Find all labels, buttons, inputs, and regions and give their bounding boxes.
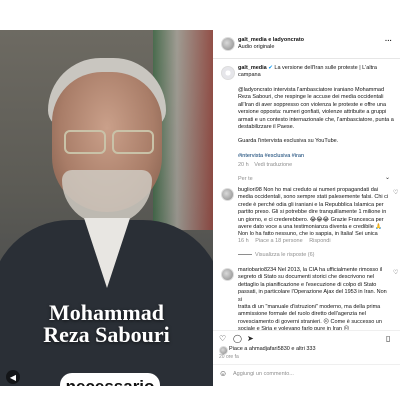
caption-line: versione opposta: numeri gonfiati, viole… bbox=[238, 109, 387, 116]
post-date: 20 ore fa bbox=[219, 354, 239, 360]
caption-meta: 20 h Vedi traduzione bbox=[238, 162, 292, 169]
comment-line: bugliori98 Non ho mai creduto ai numeri … bbox=[238, 187, 379, 193]
portrait-beard bbox=[62, 170, 152, 225]
comment-line: ammissione formale del ruolo diretto del… bbox=[238, 311, 366, 318]
view-replies-button[interactable]: Visualizza le risposte (6) bbox=[238, 252, 315, 259]
portrait-glasses bbox=[60, 130, 156, 154]
comment-likes[interactable]: Piace a 18 persone bbox=[255, 238, 302, 244]
caption-line: all'Iran di aver soppresso con violenza … bbox=[238, 101, 387, 108]
overlay-name-last: Reza Sabouri bbox=[43, 322, 170, 347]
caption-line: armati e un contesto internazionale che,… bbox=[238, 116, 394, 123]
comment-line: media occidentali, sono sempre stati pal… bbox=[238, 194, 389, 201]
overlay-caption: necessario bbox=[60, 373, 160, 386]
caption-hashtags[interactable]: #intervista #esclusiva #iran bbox=[238, 153, 304, 160]
post-media[interactable]: Mohammad Reza Sabouri necessario ◀ bbox=[0, 30, 213, 386]
caption-youtube: Guarda l'intervista esclusiva su YouTube… bbox=[238, 138, 339, 144]
heart-icon[interactable]: ♡ bbox=[393, 189, 398, 196]
post-header: galt_media e ladyoncrato Audio originale… bbox=[213, 30, 400, 59]
comment-line: crede è perché odia gli iraniani e la Re… bbox=[238, 201, 384, 208]
comment-line: passati, in particolare l'Operazione Aja… bbox=[238, 289, 387, 303]
caption-avatar[interactable] bbox=[221, 66, 235, 80]
share-icon[interactable]: ➤ bbox=[247, 335, 254, 343]
comment-line: mariobario8234 Nel 2013, la CIA ha uffic… bbox=[238, 267, 383, 273]
comment-meta: 16 h Piace a 18 persone Rispondi bbox=[238, 238, 331, 245]
comment-age: 16 h bbox=[238, 238, 249, 244]
reply-button[interactable]: Rispondi bbox=[309, 238, 330, 244]
flag-background bbox=[153, 30, 213, 230]
header-avatar[interactable] bbox=[221, 37, 235, 51]
caption-line: Reza Sabouri, che respinge le accuse dei… bbox=[238, 94, 384, 101]
verified-icon: ✔ bbox=[268, 65, 273, 71]
post-details: galt_media e ladyoncrato Audio originale… bbox=[213, 30, 400, 417]
comment-line: dettaglio la pianificazione e l'esecuzio… bbox=[238, 281, 377, 288]
comment-line: partito preso. Gli si potrebbe dire tran… bbox=[238, 209, 387, 216]
caption-line: @ladyoncrato intervista l'ambasciatore i… bbox=[238, 87, 385, 93]
caption-body: @ladyoncrato intervista l'ambasciatore i… bbox=[238, 87, 398, 131]
comment-line: segreto di Stato su documenti storici ch… bbox=[238, 274, 375, 281]
bookmark-icon[interactable]: ▯ bbox=[386, 335, 390, 343]
likes-summary[interactable]: Piace a ahmadjafari5830 e altri 333 bbox=[229, 346, 316, 353]
comment-line: tratta di un "manuale d'istruzioni" mode… bbox=[238, 304, 381, 311]
header-audio[interactable]: Audio originale bbox=[238, 44, 274, 51]
section-label: Per te bbox=[238, 176, 253, 182]
chevron-down-icon[interactable]: ⌄ bbox=[385, 175, 390, 181]
speaker-icon[interactable]: ◀ bbox=[6, 370, 20, 384]
comment-body: bugliori98 Non ho mai creduto ai numeri … bbox=[238, 187, 390, 239]
caption-author[interactable]: galt_media bbox=[238, 65, 267, 71]
heart-icon[interactable]: ♡ bbox=[393, 269, 398, 276]
divider bbox=[213, 330, 400, 331]
more-options-icon[interactable]: ··· bbox=[385, 38, 392, 45]
heart-icon[interactable]: ♡ bbox=[219, 335, 226, 343]
caption-title-line: galt_media ✔ La versione dell'Iran sulle… bbox=[238, 65, 393, 80]
caption-line: destabilizzare il Paese. bbox=[238, 124, 295, 131]
caption-translation[interactable]: Vedi traduzione bbox=[254, 162, 292, 168]
comment-line: avere dato voce a una testimonianza dive… bbox=[238, 224, 383, 231]
comment-line: un giorno, e ci crederebbero. 😂😂😂 Grazie… bbox=[238, 216, 384, 223]
comment-icon[interactable]: ◯ bbox=[233, 335, 242, 343]
emoji-icon[interactable]: ☺ bbox=[219, 370, 227, 378]
comment-avatar[interactable] bbox=[221, 188, 234, 201]
comment-input[interactable]: Aggiungi un commento... bbox=[233, 371, 294, 378]
caption-age: 20 h bbox=[238, 162, 249, 168]
comment-avatar[interactable] bbox=[221, 268, 234, 281]
divider bbox=[213, 364, 400, 365]
comment-body: mariobario8234 Nel 2013, la CIA ha uffic… bbox=[238, 267, 390, 334]
